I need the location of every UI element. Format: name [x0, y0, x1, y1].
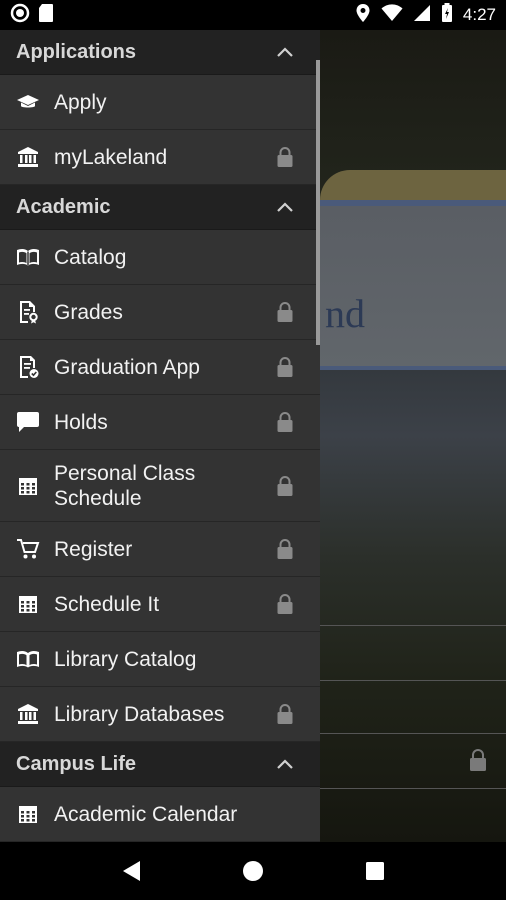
lock-icon — [276, 593, 294, 615]
lock-icon — [276, 301, 294, 323]
location-icon — [355, 3, 371, 28]
menu-item-label: Holds — [54, 410, 108, 434]
menu-item-label: Register — [54, 537, 133, 561]
bank-icon — [16, 702, 40, 726]
lock-icon — [276, 703, 294, 725]
calendar-icon — [16, 592, 40, 616]
menu-item-label: Apply — [54, 90, 107, 114]
calendar-icon — [16, 474, 40, 498]
section-title: Academic — [16, 195, 111, 218]
chevron-up-icon[interactable] — [276, 196, 294, 219]
lock-icon — [276, 146, 294, 168]
book-icon — [16, 245, 40, 269]
chat-bubble-icon — [16, 410, 40, 434]
recents-button[interactable] — [355, 851, 395, 891]
home-button[interactable] — [233, 851, 273, 891]
chevron-up-icon[interactable] — [276, 753, 294, 776]
menu-item-schedule-it[interactable]: Schedule It — [0, 577, 320, 632]
drawer-scrollbar[interactable] — [316, 60, 320, 345]
menu-item-label: Academic Calendar — [54, 802, 238, 826]
back-button[interactable] — [111, 851, 151, 891]
menu-item-label: myLakeland — [54, 145, 168, 169]
menu-item-library-catalog[interactable]: Library Catalog — [0, 632, 320, 687]
menu-item-label: Schedule It — [54, 592, 160, 616]
background-sign-text: nd — [325, 291, 365, 336]
menu-item-graduation-app[interactable]: Graduation App — [0, 340, 320, 395]
status-bar: 4:27 — [0, 0, 506, 30]
menu-item-apply[interactable]: Apply — [0, 75, 320, 130]
menu-item-mylakeland[interactable]: myLakeland — [0, 130, 320, 185]
menu-item-label: Graduation App — [54, 355, 200, 379]
lock-icon — [276, 538, 294, 560]
background-sign — [320, 200, 506, 370]
section-title: Campus Life — [16, 752, 137, 775]
bank-icon — [16, 145, 40, 169]
menu-item-label: Catalog — [54, 245, 127, 269]
menu-item-label: Personal Class Schedule — [54, 461, 196, 510]
section-header-academic[interactable]: Academic — [0, 185, 320, 230]
menu-item-register[interactable]: Register — [0, 522, 320, 577]
signal-icon — [413, 4, 431, 27]
graduation-cap-icon — [16, 90, 40, 114]
chevron-up-icon[interactable] — [276, 41, 294, 64]
section-header-campus-life[interactable]: Campus Life — [0, 742, 320, 787]
battery-icon — [441, 2, 453, 28]
navigation-drawer: Applications Apply myLakeland Academic C… — [0, 30, 320, 842]
menu-item-holds[interactable]: Holds — [0, 395, 320, 450]
calendar-icon — [16, 802, 40, 826]
lock-icon — [276, 411, 294, 433]
lock-icon — [276, 356, 294, 378]
menu-item-academic-calendar[interactable]: Academic Calendar — [0, 787, 320, 842]
menu-item-label: Library Databases — [54, 702, 225, 726]
menu-item-label: Library Catalog — [54, 647, 197, 671]
doc-check-icon — [16, 355, 40, 379]
menu-item-label: Grades — [54, 300, 123, 324]
grades-doc-icon — [16, 300, 40, 324]
background-sign-top — [320, 170, 506, 200]
lock-icon — [276, 475, 294, 497]
book-icon — [16, 647, 40, 671]
menu-item-grades[interactable]: Grades — [0, 285, 320, 340]
section-header-applications[interactable]: Applications — [0, 30, 320, 75]
menu-item-catalog[interactable]: Catalog — [0, 230, 320, 285]
menu-item-library-databases[interactable]: Library Databases — [0, 687, 320, 742]
system-navigation-bar — [0, 842, 506, 900]
status-time: 4:27 — [462, 5, 496, 24]
circle-notification-icon — [10, 3, 30, 28]
wifi-icon — [381, 3, 403, 27]
menu-item-personal-class-schedule[interactable]: Personal Class Schedule — [0, 450, 320, 522]
section-title: Applications — [16, 40, 137, 63]
cart-icon — [16, 537, 40, 561]
sd-card-icon — [38, 3, 54, 28]
background-lock-icon — [468, 748, 488, 777]
